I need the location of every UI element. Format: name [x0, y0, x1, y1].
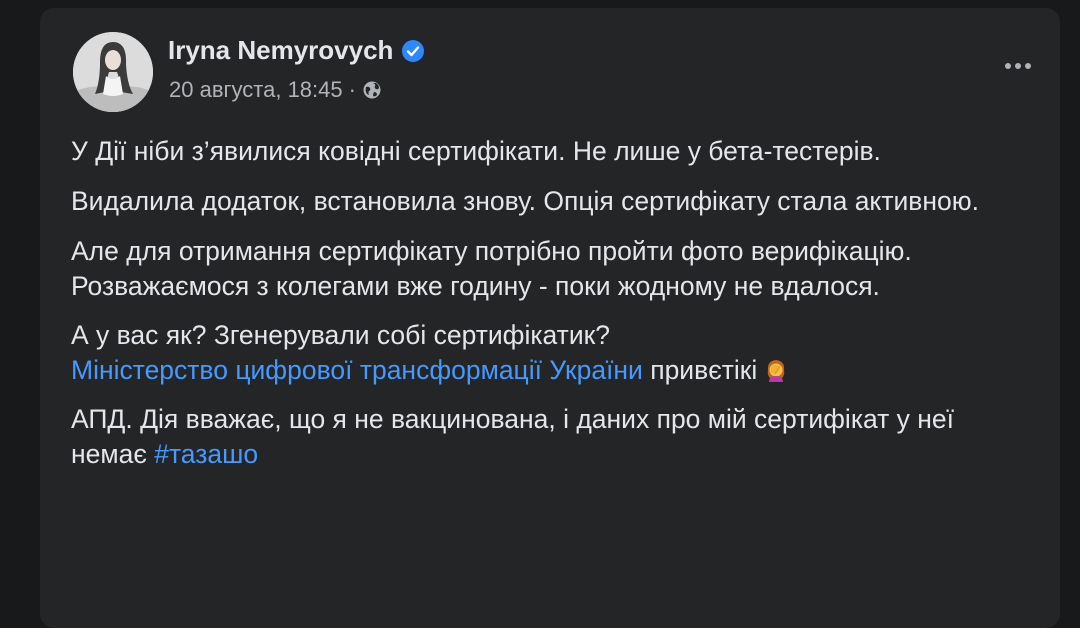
verified-badge-icon [401, 39, 425, 63]
paragraph-text: привєтікі [642, 355, 758, 385]
post-card: Iryna Nemyrovych 20 августа, 18:45 · У Д… [40, 8, 1060, 628]
post-paragraph: АПД. Дія вважає, що я не вакцинована, і … [71, 402, 1031, 472]
hashtag-link[interactable]: #тазашо [154, 439, 258, 469]
page-mention-link[interactable]: Міністерство цифрової трансформації Укра… [71, 355, 643, 385]
avatar-photo [73, 32, 153, 112]
post-paragraph: Але для отримання сертифікату потрібно п… [71, 236, 912, 301]
author-line: Iryna Nemyrovych [168, 35, 425, 66]
post-paragraph: А у вас як? Згенерували собі сертифікати… [71, 318, 1031, 388]
meta-separator: · [348, 77, 356, 102]
paragraph-text: А у вас як? Згенерували собі сертифікати… [71, 320, 610, 350]
post-meta: 20 августа, 18:45 · [169, 77, 382, 103]
post-body: У Дії ніби з’явилися ковідні сертифікати… [71, 134, 1031, 472]
author-name[interactable]: Iryna Nemyrovych [168, 35, 393, 66]
author-avatar[interactable] [73, 32, 153, 112]
post-paragraph: У Дії ніби з’явилися ковідні сертифікати… [71, 136, 881, 166]
woman-facepalming-emoji-icon [763, 357, 789, 383]
post-timestamp[interactable]: 20 августа, 18:45 [169, 77, 343, 103]
globe-icon[interactable] [362, 80, 382, 100]
more-options-icon[interactable] [998, 52, 1038, 80]
post-paragraph: Видалила додаток, встановила знову. Опці… [71, 186, 979, 216]
